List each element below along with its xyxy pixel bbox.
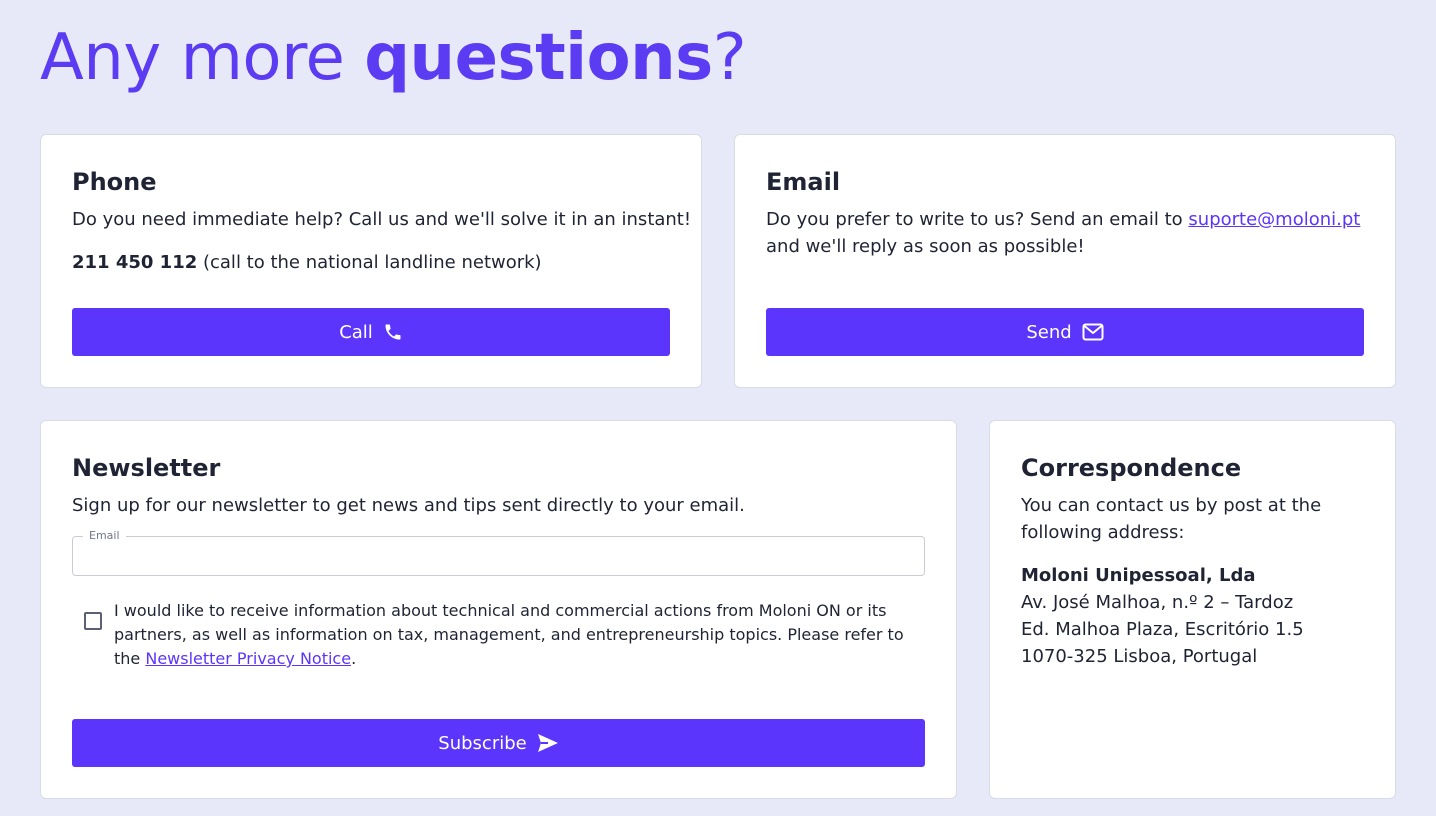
page-title-end: ? <box>712 21 747 95</box>
phone-number: 211 450 112 <box>72 252 198 273</box>
email-title: Email <box>766 168 841 196</box>
consent-checkbox[interactable] <box>84 612 102 630</box>
postal-address: Moloni Unipessoal, Lda Av. José Malhoa, … <box>1021 562 1304 670</box>
send-button[interactable]: Send <box>766 308 1364 356</box>
phone-number-line: 211 450 112 (call to the national landli… <box>72 249 542 276</box>
newsletter-card: Newsletter Sign up for our newsletter to… <box>40 420 957 799</box>
page-title: Any more questions? <box>40 18 747 98</box>
newsletter-description: Sign up for our newsletter to get news a… <box>72 495 745 516</box>
paper-plane-icon <box>537 733 559 753</box>
newsletter-privacy-link[interactable]: Newsletter Privacy Notice <box>145 649 351 668</box>
correspondence-card: Correspondence You can contact us by pos… <box>989 420 1396 799</box>
newsletter-email-field: Email <box>72 529 925 576</box>
call-button[interactable]: Call <box>72 308 670 356</box>
newsletter-email-input[interactable] <box>73 537 924 575</box>
phone-icon <box>383 322 403 342</box>
email-address-link[interactable]: suporte@moloni.pt <box>1188 209 1360 230</box>
email-card: Email Do you prefer to write to us? Send… <box>734 134 1396 388</box>
phone-description: Do you need immediate help? Call us and … <box>72 209 692 230</box>
phone-title: Phone <box>72 168 157 196</box>
correspondence-title: Correspondence <box>1021 454 1242 482</box>
consent-text: I would like to receive information abou… <box>114 599 934 671</box>
company-name: Moloni Unipessoal, Lda <box>1021 565 1256 586</box>
address-line: 1070-325 Lisboa, Portugal <box>1021 646 1258 667</box>
page-title-bold: questions <box>364 21 713 95</box>
call-button-label: Call <box>339 321 373 343</box>
subscribe-button[interactable]: Subscribe <box>72 719 925 767</box>
email-description-after: and we'll reply as soon as possible! <box>766 236 1085 257</box>
page-title-regular: Any more <box>40 21 365 95</box>
subscribe-button-label: Subscribe <box>438 732 527 754</box>
email-description-before: Do you prefer to write to us? Send an em… <box>766 209 1189 230</box>
address-line: Av. José Malhoa, n.º 2 – Tardoz <box>1021 592 1294 613</box>
correspondence-description: You can contact us by post at the follow… <box>1021 495 1322 543</box>
contact-page: Any more questions? Phone Do you need im… <box>0 0 1436 816</box>
consent-text-after: . <box>351 649 357 668</box>
envelope-icon <box>1082 323 1104 341</box>
email-description: Do you prefer to write to us? Send an em… <box>766 206 1376 260</box>
address-line: Ed. Malhoa Plaza, Escritório 1.5 <box>1021 619 1304 640</box>
send-button-label: Send <box>1026 321 1072 343</box>
phone-card: Phone Do you need immediate help? Call u… <box>40 134 702 388</box>
newsletter-title: Newsletter <box>72 454 221 482</box>
phone-number-note: (call to the national landline network) <box>197 252 542 273</box>
